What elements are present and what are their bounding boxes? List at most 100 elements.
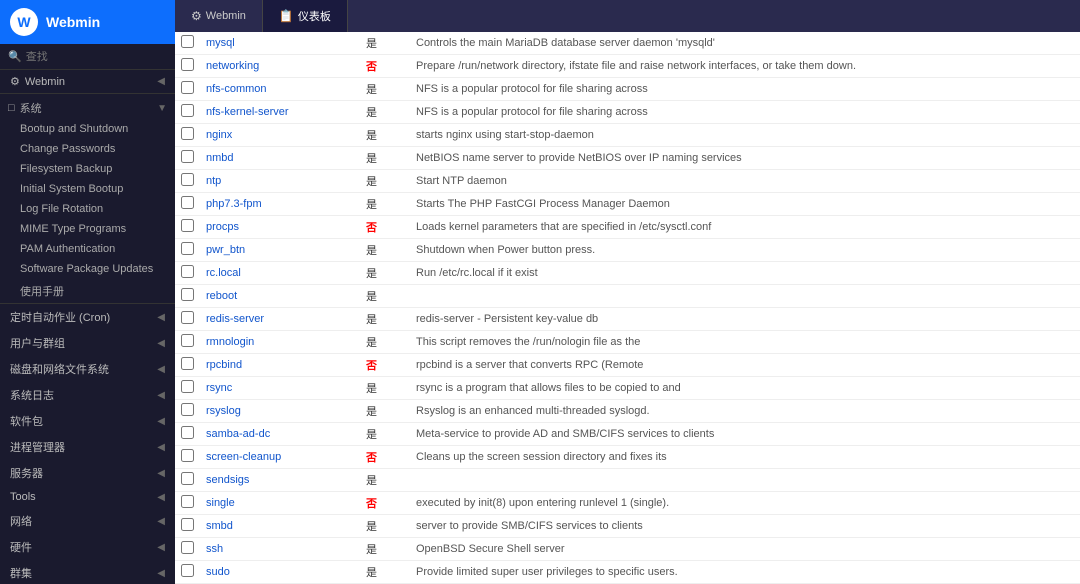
network-arrow: ◀ xyxy=(157,516,165,527)
sidebar-item-initial-bootup[interactable]: Initial System Bootup xyxy=(0,179,175,199)
service-name[interactable]: nfs-kernel-server xyxy=(200,101,360,124)
cron-arrow: ◀ xyxy=(157,312,165,323)
sidebar-item-cron[interactable]: 定时自动作业 (Cron) ◀ xyxy=(0,304,175,330)
service-checkbox[interactable] xyxy=(181,219,194,232)
service-checkbox[interactable] xyxy=(181,58,194,71)
service-checkbox[interactable] xyxy=(181,495,194,508)
sidebar-item-disk[interactable]: 磁盘和网络文件系统 ◀ xyxy=(0,356,175,382)
tab-dashboard-icon: 📋 xyxy=(279,9,294,23)
service-name[interactable]: smbd xyxy=(200,515,360,538)
table-row: rmnologin是This script removes the /run/n… xyxy=(175,331,1080,354)
service-description: redis-server - Persistent key-value db xyxy=(410,308,1080,331)
service-checkbox[interactable] xyxy=(181,150,194,163)
service-description: starts nginx using start-stop-daemon xyxy=(410,124,1080,147)
sidebar-item-users[interactable]: 用户与群组 ◀ xyxy=(0,330,175,356)
service-checkbox[interactable] xyxy=(181,426,194,439)
sidebar-item-system-label: 系统 xyxy=(20,100,42,116)
sidebar-item-hardware[interactable]: 硬件 ◀ xyxy=(0,534,175,560)
sidebar-item-webmin-label: Webmin xyxy=(25,76,65,88)
service-checkbox[interactable] xyxy=(181,449,194,462)
sidebar-item-cron-label: 定时自动作业 (Cron) xyxy=(10,309,110,325)
service-checkbox[interactable] xyxy=(181,334,194,347)
service-table: mysql是Controls the main MariaDB database… xyxy=(175,32,1080,584)
service-checkbox[interactable] xyxy=(181,104,194,117)
service-name[interactable]: pwr_btn xyxy=(200,239,360,262)
service-name[interactable]: screen-cleanup xyxy=(200,446,360,469)
service-checkbox[interactable] xyxy=(181,357,194,370)
table-row: single否executed by init(8) upon entering… xyxy=(175,492,1080,515)
service-name[interactable]: sendsigs xyxy=(200,469,360,492)
service-name[interactable]: samba-ad-dc xyxy=(200,423,360,446)
sidebar-item-change-passwords[interactable]: Change Passwords xyxy=(0,139,175,159)
service-description: Provide limited super user privileges to… xyxy=(410,561,1080,584)
sidebar-item-tools[interactable]: Tools ◀ xyxy=(0,486,175,508)
search-input[interactable] xyxy=(26,51,167,63)
service-name[interactable]: rsyslog xyxy=(200,400,360,423)
webmin-arrow: ◀ xyxy=(157,76,165,87)
service-description: NFS is a popular protocol for file shari… xyxy=(410,101,1080,124)
service-checkbox[interactable] xyxy=(181,288,194,301)
service-checkbox[interactable] xyxy=(181,541,194,554)
service-name[interactable]: rpcbind xyxy=(200,354,360,377)
service-name[interactable]: redis-server xyxy=(200,308,360,331)
sidebar-item-manual[interactable]: 使用手册 xyxy=(0,279,175,303)
sidebar-item-pam[interactable]: PAM Authentication xyxy=(0,239,175,259)
service-checkbox[interactable] xyxy=(181,311,194,324)
service-status: 是 xyxy=(360,538,410,561)
service-checkbox[interactable] xyxy=(181,472,194,485)
process-arrow: ◀ xyxy=(157,442,165,453)
service-description: NFS is a popular protocol for file shari… xyxy=(410,78,1080,101)
service-name[interactable]: ntp xyxy=(200,170,360,193)
sidebar: W Webmin 🔍 ⚙ Webmin ◀ □ 系统 ▼ Bootup and … xyxy=(0,0,175,584)
service-name[interactable]: single xyxy=(200,492,360,515)
service-name[interactable]: rc.local xyxy=(200,262,360,285)
service-name[interactable]: nfs-common xyxy=(200,78,360,101)
service-name[interactable]: nginx xyxy=(200,124,360,147)
service-checkbox[interactable] xyxy=(181,265,194,278)
sidebar-item-bootup[interactable]: Bootup and Shutdown xyxy=(0,119,175,139)
service-checkbox[interactable] xyxy=(181,380,194,393)
service-name[interactable]: nmbd xyxy=(200,147,360,170)
sidebar-item-process[interactable]: 进程管理器 ◀ xyxy=(0,434,175,460)
service-checkbox[interactable] xyxy=(181,518,194,531)
tab-dashboard[interactable]: 📋 仪表板 xyxy=(263,0,348,32)
sidebar-item-software[interactable]: 软件包 ◀ xyxy=(0,408,175,434)
sidebar-item-filesystem-backup[interactable]: Filesystem Backup xyxy=(0,159,175,179)
service-name[interactable]: sudo xyxy=(200,561,360,584)
sidebar-item-cluster[interactable]: 群集 ◀ xyxy=(0,560,175,584)
service-checkbox[interactable] xyxy=(181,35,194,48)
service-checkbox[interactable] xyxy=(181,81,194,94)
system-arrow: ▼ xyxy=(157,103,167,114)
service-checkbox[interactable] xyxy=(181,242,194,255)
service-checkbox[interactable] xyxy=(181,196,194,209)
service-name[interactable]: rsync xyxy=(200,377,360,400)
service-checkbox[interactable] xyxy=(181,403,194,416)
service-checkbox[interactable] xyxy=(181,127,194,140)
service-name[interactable]: ssh xyxy=(200,538,360,561)
service-checkbox[interactable] xyxy=(181,173,194,186)
service-status: 是 xyxy=(360,193,410,216)
service-name[interactable]: mysql xyxy=(200,32,360,55)
service-name[interactable]: php7.3-fpm xyxy=(200,193,360,216)
service-name[interactable]: rmnologin xyxy=(200,331,360,354)
tab-webmin[interactable]: ⚙ Webmin xyxy=(175,0,263,32)
service-description: Run /etc/rc.local if it exist xyxy=(410,262,1080,285)
service-name[interactable]: reboot xyxy=(200,285,360,308)
service-status: 否 xyxy=(360,446,410,469)
table-row: samba-ad-dc是Meta-service to provide AD a… xyxy=(175,423,1080,446)
service-name[interactable]: procps xyxy=(200,216,360,239)
sidebar-item-system[interactable]: □ 系统 ▼ xyxy=(0,94,175,119)
sidebar-item-mime[interactable]: MIME Type Programs xyxy=(0,219,175,239)
sidebar-item-network[interactable]: 网络 ◀ xyxy=(0,508,175,534)
sidebar-item-log-rotation[interactable]: Log File Rotation xyxy=(0,199,175,219)
service-status: 是 xyxy=(360,308,410,331)
sidebar-item-software-updates[interactable]: Software Package Updates xyxy=(0,259,175,279)
service-checkbox[interactable] xyxy=(181,564,194,577)
table-row: ntp是Start NTP daemon xyxy=(175,170,1080,193)
sidebar-item-services-server[interactable]: 服务器 ◀ xyxy=(0,460,175,486)
table-row: smbd是server to provide SMB/CIFS services… xyxy=(175,515,1080,538)
service-status: 是 xyxy=(360,262,410,285)
service-name[interactable]: networking xyxy=(200,55,360,78)
sidebar-item-syslog[interactable]: 系统日志 ◀ xyxy=(0,382,175,408)
sidebar-item-webmin[interactable]: ⚙ Webmin ◀ xyxy=(0,70,175,93)
